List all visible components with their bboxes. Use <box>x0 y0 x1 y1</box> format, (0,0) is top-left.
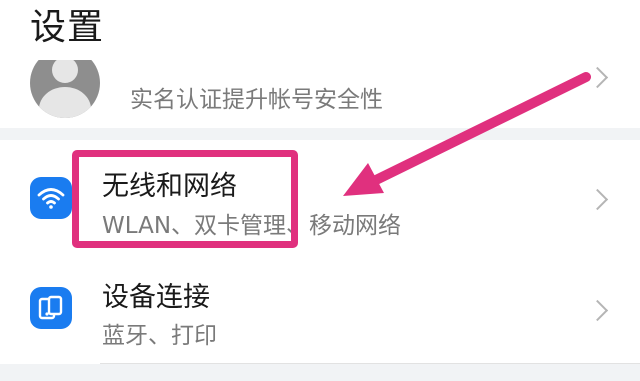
device-connection-subtitle: 蓝牙、打印 <box>102 323 217 349</box>
section-gap <box>0 364 640 381</box>
settings-item-device-connection[interactable]: 设备连接 蓝牙、打印 <box>0 252 640 364</box>
account-subtitle: 实名认证提升帐号安全性 <box>130 87 383 113</box>
chevron-right-icon <box>586 299 609 322</box>
device-connection-icon <box>30 287 72 329</box>
avatar-torso <box>39 87 91 118</box>
avatar-head <box>52 57 78 83</box>
header: 设置 <box>0 0 640 60</box>
chevron-right-icon <box>586 188 609 211</box>
device-connection-title: 设备连接 <box>102 282 210 313</box>
highlight-box <box>72 150 298 248</box>
page-title: 设置 <box>30 7 105 48</box>
wifi-icon <box>30 177 72 219</box>
chevron-right-icon <box>586 66 609 89</box>
section-gap <box>0 128 640 140</box>
